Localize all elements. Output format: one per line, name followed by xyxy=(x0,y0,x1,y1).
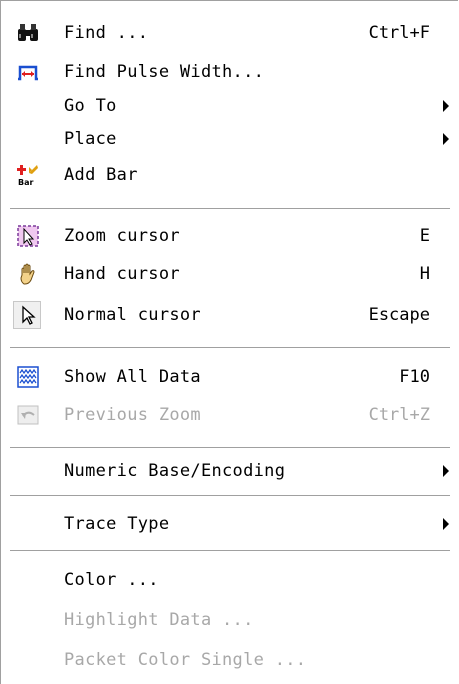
menu-item-numeric-base-encoding[interactable]: Numeric Base/Encoding xyxy=(9,454,449,488)
menu-item-find[interactable]: Find ... Ctrl+F xyxy=(9,16,449,50)
menu-item-shortcut: F10 xyxy=(399,367,430,387)
submenu-arrow-icon xyxy=(443,133,449,145)
menu-item-label: Find Pulse Width... xyxy=(64,62,265,82)
menu-item-trace-type[interactable]: Trace Type xyxy=(9,507,449,541)
menu-separator xyxy=(10,495,450,497)
menu-item-shortcut: Ctrl+Z xyxy=(368,405,430,425)
menu-item-show-all-data[interactable]: Show All Data F10 xyxy=(9,360,449,394)
menu-item-packet-color-single: Packet Color Single ... xyxy=(9,643,449,677)
menu-item-label: Numeric Base/Encoding xyxy=(64,461,286,481)
menu-item-label: Hand cursor xyxy=(64,264,180,284)
submenu-arrow-icon xyxy=(443,518,449,530)
menu-item-label: Previous Zoom xyxy=(64,405,201,425)
menu-item-shortcut: H xyxy=(419,264,430,284)
menu-separator xyxy=(10,347,450,349)
menu-item-normal-cursor[interactable]: Normal cursor Escape xyxy=(9,298,449,332)
menu-item-label: Find ... xyxy=(64,23,149,43)
menu-item-shortcut: E xyxy=(419,226,430,246)
menu-item-label: Trace Type xyxy=(64,514,170,534)
binoculars-icon xyxy=(17,22,39,44)
menu-item-label: Normal cursor xyxy=(64,305,201,325)
context-menu: Find ... Ctrl+F Find Pulse Width... Go T… xyxy=(0,0,458,684)
menu-item-shortcut: Escape xyxy=(368,305,430,325)
menu-item-label: Show All Data xyxy=(64,367,201,387)
menu-item-label: Highlight Data ... xyxy=(64,610,254,630)
menu-item-zoom-cursor[interactable]: Zoom cursor E xyxy=(9,219,449,253)
add-bar-icon-text: Bar xyxy=(18,178,33,186)
zoom-cursor-icon xyxy=(17,225,39,247)
menu-item-go-to[interactable]: Go To xyxy=(9,89,449,123)
waveform-icon xyxy=(17,366,39,388)
menu-item-previous-zoom: Previous Zoom Ctrl+Z xyxy=(9,398,449,432)
menu-item-label: Place xyxy=(64,129,117,149)
menu-item-label: Zoom cursor xyxy=(64,226,180,246)
menu-item-label: Color ... xyxy=(64,570,159,590)
menu-item-highlight-data: Highlight Data ... xyxy=(9,603,449,637)
menu-item-color[interactable]: Color ... xyxy=(9,563,449,597)
menu-item-hand-cursor[interactable]: Hand cursor H xyxy=(9,257,449,291)
add-bar-icon: Bar xyxy=(17,164,39,186)
submenu-arrow-icon xyxy=(443,100,449,112)
arrow-cursor-icon xyxy=(17,304,39,326)
menu-item-label: Packet Color Single ... xyxy=(64,650,307,670)
menu-item-add-bar[interactable]: Bar Add Bar xyxy=(9,158,449,192)
pulse-width-icon xyxy=(17,61,39,83)
menu-separator xyxy=(10,550,450,552)
menu-item-shortcut: Ctrl+F xyxy=(368,23,430,43)
submenu-arrow-icon xyxy=(443,465,449,477)
menu-separator xyxy=(10,208,450,210)
menu-separator xyxy=(10,447,450,449)
hand-cursor-icon xyxy=(17,263,39,285)
menu-item-label: Add Bar xyxy=(64,165,138,185)
menu-item-label: Go To xyxy=(64,96,117,116)
undo-zoom-icon xyxy=(17,404,39,426)
menu-item-find-pulse-width[interactable]: Find Pulse Width... xyxy=(9,55,449,89)
menu-item-place[interactable]: Place xyxy=(9,122,449,156)
